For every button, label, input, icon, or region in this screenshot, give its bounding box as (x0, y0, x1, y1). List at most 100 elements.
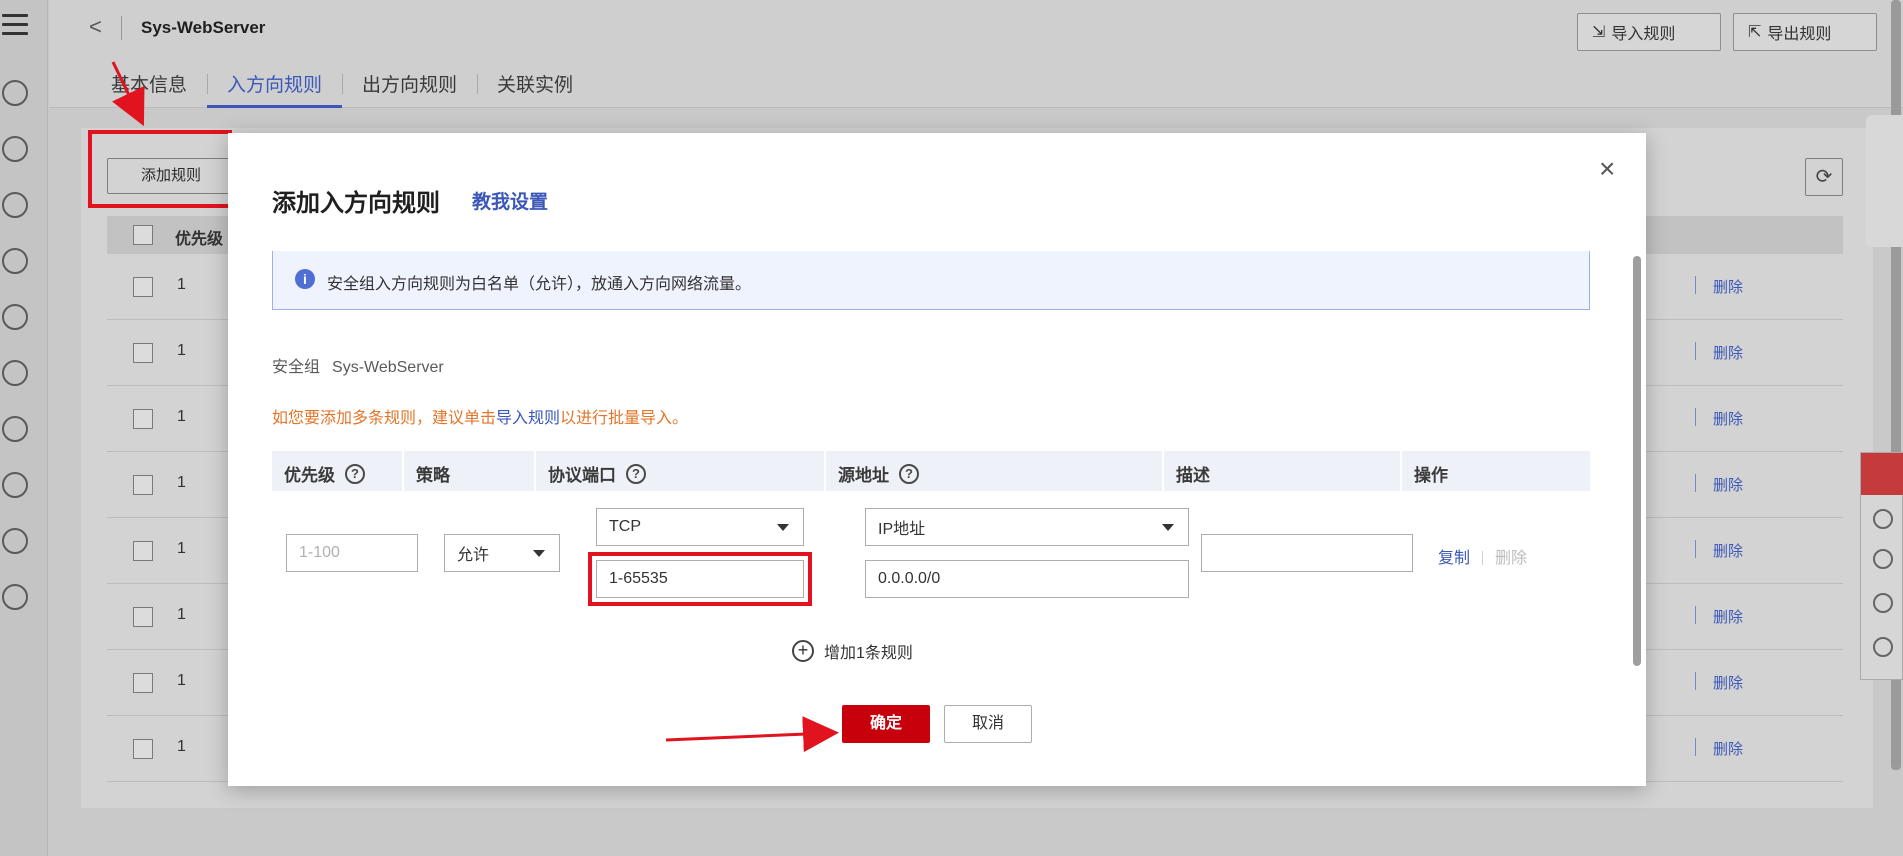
security-group-label: 安全组 (272, 359, 321, 376)
cloud-server-icon[interactable] (2, 80, 28, 106)
add-one-rule-button[interactable]: + 增加1条规则 (792, 639, 913, 663)
row-checkbox[interactable] (133, 277, 153, 297)
tip-prefix: 如您要添加多条规则，建议单击 (272, 410, 497, 427)
divider (1695, 540, 1696, 558)
row-checkbox[interactable] (133, 541, 153, 561)
delete-link[interactable]: 删除 (1713, 342, 1743, 363)
description-input[interactable] (1201, 534, 1413, 572)
headset-icon[interactable] (1873, 549, 1893, 569)
promo-peek[interactable] (1866, 115, 1903, 247)
col-priority: 优先级? (284, 461, 365, 486)
priority-cell: 1 (177, 540, 186, 557)
refresh-icon[interactable]: ⟳ (1805, 158, 1843, 196)
tab-associated-instances[interactable]: 关联实例 (477, 70, 593, 108)
divider (824, 451, 826, 491)
back-icon[interactable]: < (89, 14, 102, 40)
policy-value: 允许 (457, 547, 490, 564)
row-checkbox[interactable] (133, 673, 153, 693)
delete-link[interactable]: 删除 (1713, 408, 1743, 429)
divider (1695, 408, 1696, 426)
web-icon[interactable] (2, 528, 28, 554)
close-icon[interactable]: × (1599, 155, 1615, 183)
row-checkbox[interactable] (133, 739, 153, 759)
delete-link[interactable]: 删除 (1713, 474, 1743, 495)
col-priority-label: 优先级 (284, 466, 335, 485)
protocol-value: TCP (609, 518, 641, 535)
divider (402, 451, 404, 491)
col-description: 描述 (1176, 461, 1210, 486)
divider (121, 16, 122, 40)
chat-icon[interactable] (1861, 453, 1903, 495)
dialog-title: 添加入方向规则 (272, 190, 440, 217)
confirm-button[interactable]: 确定 (842, 705, 930, 743)
smile-icon[interactable] (1873, 509, 1893, 529)
edit-icon[interactable] (1873, 637, 1893, 657)
rule-table-header: 优先级? 策略 协议端口? 源地址? 描述 操作 (272, 451, 1590, 491)
cluster-icon[interactable] (2, 136, 28, 162)
export-icon: ⇱ (1748, 24, 1762, 41)
delete-link[interactable]: 删除 (1713, 606, 1743, 627)
info-text: 安全组入方向规则为白名单（允许），放通入方向网络流量。 (327, 276, 752, 293)
col-policy: 策略 (416, 461, 450, 486)
col-description-label: 描述 (1176, 466, 1210, 485)
backup-icon[interactable] (2, 360, 28, 386)
info-banner: i 安全组入方向规则为白名单（允许），放通入方向网络流量。 (272, 251, 1590, 310)
protocol-select[interactable]: TCP (596, 508, 804, 546)
source-type-select[interactable]: IP地址 (865, 508, 1189, 546)
tab-basic-info[interactable]: 基本信息 (91, 70, 207, 108)
help-icon[interactable]: ? (899, 463, 919, 484)
cancel-button[interactable]: 取消 (944, 705, 1032, 743)
dialog-scrollbar[interactable] (1633, 256, 1641, 666)
source-address-input[interactable]: 0.0.0.0/0 (865, 560, 1189, 598)
storage-icon[interactable] (2, 304, 28, 330)
import-rules-button[interactable]: ⇲ 导入规则 (1577, 13, 1721, 51)
add-circle-icon: + (792, 640, 814, 662)
help-icon[interactable]: ? (345, 463, 365, 484)
priority-cell: 1 (177, 606, 186, 623)
divider (1695, 474, 1696, 492)
col-actions: 操作 (1414, 461, 1448, 486)
col-policy-label: 策略 (416, 466, 450, 485)
menu-icon[interactable] (2, 14, 28, 36)
select-all-checkbox[interactable] (133, 225, 153, 245)
floating-toolbar (1860, 452, 1903, 680)
col-source-label: 源地址 (838, 466, 889, 485)
divider (534, 451, 536, 491)
copy-link[interactable]: 复制 (1438, 550, 1470, 567)
batch-import-tip: 如您要添加多条规则，建议单击导入规则以进行批量导入。 (272, 404, 688, 428)
rule-actions: 复制 删除 (1438, 544, 1527, 568)
priority-cell: 1 (177, 408, 186, 425)
help-icon[interactable] (1873, 593, 1893, 613)
row-checkbox[interactable] (133, 343, 153, 363)
delete-link[interactable]: 删除 (1713, 672, 1743, 693)
tab-outbound-rules[interactable]: 出方向规则 (342, 70, 477, 108)
tab-inbound-rules[interactable]: 入方向规则 (207, 70, 343, 108)
security-group-line: 安全组 Sys-WebServer (272, 353, 444, 377)
cloud-disk-icon[interactable] (2, 248, 28, 274)
cloud-icon[interactable] (2, 416, 28, 442)
col-protocol-port-label: 协议端口 (548, 466, 616, 485)
row-checkbox[interactable] (133, 607, 153, 627)
help-icon[interactable]: ? (626, 463, 646, 484)
tip-suffix: 以进行批量导入。 (560, 410, 689, 427)
divider (1695, 672, 1696, 690)
help-link[interactable]: 教我设置 (472, 187, 548, 214)
col-source: 源地址? (838, 461, 919, 486)
divider (1400, 451, 1402, 491)
export-rules-button[interactable]: ⇱ 导出规则 (1733, 13, 1877, 51)
import-rules-link[interactable]: 导入规则 (496, 410, 560, 427)
delete-link[interactable]: 删除 (1713, 276, 1743, 297)
source-type-value: IP地址 (878, 521, 926, 538)
row-checkbox[interactable] (133, 475, 153, 495)
priority-input[interactable]: 1-100 (286, 534, 418, 572)
ip-icon[interactable] (2, 584, 28, 610)
add-inbound-rule-dialog: 添加入方向规则 教我设置 × i 安全组入方向规则为白名单（允许），放通入方向网… (228, 133, 1646, 786)
row-checkbox[interactable] (133, 409, 153, 429)
network-icon[interactable] (2, 192, 28, 218)
policy-select[interactable]: 允许 (444, 534, 560, 572)
delete-link[interactable]: 删除 (1713, 540, 1743, 561)
import-icon: ⇲ (1592, 24, 1606, 41)
caret-down-icon (1162, 524, 1174, 531)
vpn-icon[interactable] (2, 472, 28, 498)
delete-link[interactable]: 删除 (1713, 738, 1743, 759)
